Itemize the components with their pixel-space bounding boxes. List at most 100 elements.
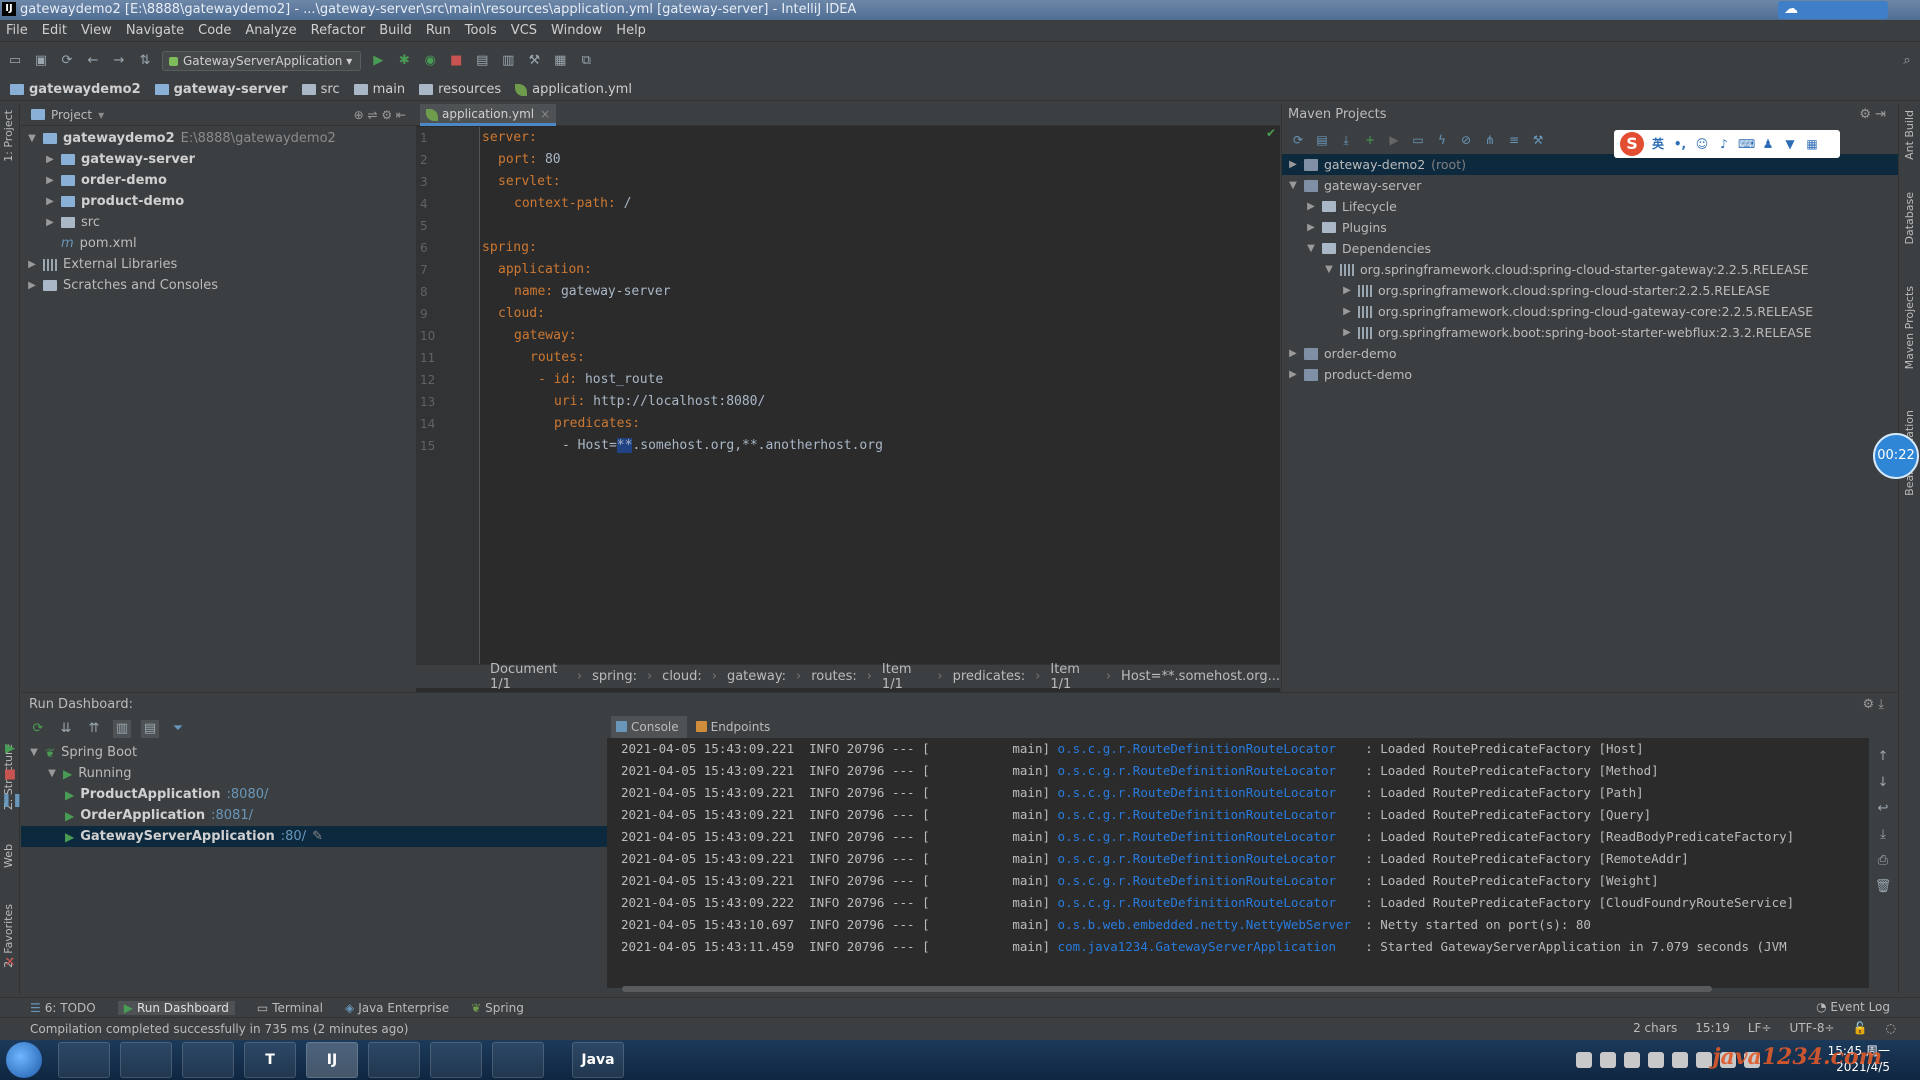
toolbox-icon[interactable]: ▦ (1804, 136, 1820, 152)
recording-timer[interactable]: 00:22 (1873, 433, 1919, 479)
run-configuration-select[interactable]: GatewayServerApplication ▾ (162, 51, 362, 71)
tab-endpoints[interactable]: Endpoints (691, 716, 779, 738)
chevron-right-icon[interactable]: ▶ (1342, 285, 1352, 296)
project-view-select[interactable]: Project (51, 108, 92, 122)
chevron-right-icon[interactable]: ▶ (27, 280, 37, 291)
collapse-all-icon[interactable]: ≡ (1506, 132, 1522, 148)
menu-build[interactable]: Build (379, 23, 412, 38)
taskbar-app-3[interactable] (182, 1042, 234, 1078)
crumb-src[interactable]: src (301, 82, 340, 97)
caret-position[interactable]: 15:19 (1695, 1021, 1730, 1035)
taskbar-intellij[interactable]: IJ (306, 1042, 358, 1078)
crumb-file[interactable]: application.yml (515, 82, 632, 97)
chevron-right-icon[interactable]: ▶ (1306, 201, 1316, 212)
tab-run-dashboard[interactable]: ▶ Run Dashboard (117, 1000, 235, 1015)
taskbar-explorer[interactable] (492, 1042, 544, 1078)
coverage-icon[interactable]: ◉ (421, 52, 439, 70)
menu-run[interactable]: Run (426, 23, 451, 38)
project-tree-item[interactable]: ▶ Scratches and Consoles (21, 275, 416, 296)
app-port-link[interactable]: :8080/ (227, 787, 269, 802)
structure-breadcrumb[interactable]: Item 1/1 (882, 662, 927, 692)
menu-file[interactable]: File (6, 23, 28, 38)
structure-breadcrumb[interactable]: gateway: (727, 669, 786, 684)
tab-console[interactable]: Console (611, 716, 687, 738)
maven-tree-item[interactable]: ▶ org.springframework.cloud:spring-cloud-… (1282, 301, 1898, 322)
debug-icon[interactable]: ✱ (395, 52, 413, 70)
rerun-icon[interactable]: ⟳ (29, 720, 47, 738)
chevron-down-icon[interactable]: ▼ (1306, 243, 1316, 254)
clear-all-icon[interactable]: 🗑 (1874, 878, 1892, 896)
save-icon[interactable]: ▣ (32, 52, 50, 70)
run-icon[interactable]: ▶ (369, 52, 387, 70)
chevron-right-icon[interactable]: ▶ (1288, 369, 1298, 380)
tray-icon[interactable] (1624, 1052, 1640, 1068)
tray-icon[interactable] (1648, 1052, 1664, 1068)
close-icon[interactable]: × (540, 104, 550, 125)
group-by-type-icon[interactable]: ▥ (113, 720, 131, 738)
file-encoding[interactable]: UTF-8÷ (1790, 1021, 1835, 1035)
lock-icon[interactable]: 🔓 (1853, 1021, 1868, 1035)
gear-icon[interactable]: ⚙ ⇥ (1859, 104, 1886, 126)
tab-spring[interactable]: ❦ Spring (471, 1001, 524, 1015)
chevron-right-icon[interactable]: ▶ (1342, 306, 1352, 317)
crumb-module[interactable]: gateway-server (154, 82, 288, 97)
ant-build-tool-tab[interactable]: Ant Build (1903, 110, 1916, 160)
tray-icon[interactable] (1696, 1052, 1712, 1068)
taskbar-java[interactable]: Java (572, 1042, 624, 1078)
maven-tree-item[interactable]: ▼ Dependencies (1282, 238, 1898, 259)
project-tree-item[interactable]: ▶ src (21, 212, 416, 233)
event-log-button[interactable]: ◔ Event Log (1816, 1000, 1890, 1014)
chevron-right-icon[interactable]: ▶ (27, 259, 37, 270)
skip-tests-icon[interactable]: ⊘ (1458, 132, 1474, 148)
chevron-right-icon[interactable]: ▶ (1306, 222, 1316, 233)
structure-breadcrumb[interactable]: spring: (592, 669, 637, 684)
user-icon[interactable]: ♟ (1760, 136, 1776, 152)
scroll-up-icon[interactable]: ↑ (1874, 748, 1892, 766)
maven-tree-item[interactable]: ▶ Plugins (1282, 217, 1898, 238)
code-content[interactable]: server: port: 80 servlet: context-path: / sp… (482, 127, 1272, 667)
database-tool-tab[interactable]: Database (1903, 192, 1916, 245)
stop-side-icon[interactable]: ■ (1, 766, 19, 784)
expand-all-icon[interactable]: ⇊ (57, 720, 75, 738)
line-separator[interactable]: LF÷ (1748, 1021, 1772, 1035)
toggle-offline-icon[interactable]: ϟ (1434, 132, 1450, 148)
menu-help[interactable]: Help (616, 23, 646, 38)
close-side-icon[interactable]: ✕ (1, 954, 19, 972)
tab-todo[interactable]: ☰ 6: TODO (30, 1001, 96, 1015)
menu-navigate[interactable]: Navigate (126, 23, 184, 38)
project-tree-item[interactable]: ▼ gatewaydemo2 E:\8888\gatewaydemo2 (21, 128, 416, 149)
run-group-item[interactable]: ▼ ❦ Spring Boot (21, 742, 607, 763)
keyboard-icon[interactable]: ⌨ (1738, 136, 1755, 152)
console-output[interactable]: 2021-04-05 15:43:09.221 INFO 20796 --- [… (607, 738, 1869, 988)
app-port-link[interactable]: :80/ (281, 829, 306, 844)
structure-breadcrumb[interactable]: cloud: (662, 669, 702, 684)
panel-actions-icons[interactable]: ⊕ ⇌ ⚙ ⇤ (354, 108, 406, 122)
structure-breadcrumb[interactable]: Item 1/1 (1050, 662, 1095, 692)
run-app-item[interactable]: ▶ ProductApplication:8080/ (21, 784, 607, 805)
tab-application-yml[interactable]: application.yml × (420, 104, 557, 126)
run-group-item[interactable]: ▼ ▶ Running (21, 763, 607, 784)
project-tree-item[interactable]: ▶ External Libraries (21, 254, 416, 275)
scroll-down-icon[interactable]: ↓ (1874, 774, 1892, 792)
taskbar-typora[interactable]: T (244, 1042, 296, 1078)
menu-edit[interactable]: Edit (42, 23, 67, 38)
forward-icon[interactable]: → (110, 52, 128, 70)
search-icon[interactable]: ⌕ (1898, 52, 1916, 70)
maven-tree-item[interactable]: ▶ product-demo (1282, 364, 1898, 385)
filter-icon[interactable]: ⏷ (169, 720, 187, 738)
reimport-icon[interactable]: ⟳ (1290, 132, 1306, 148)
taskbar-chrome[interactable] (120, 1042, 172, 1078)
structure-breadcrumb[interactable]: Document 1/1 (490, 662, 567, 692)
run-side-icon[interactable]: ▶ (1, 740, 19, 758)
maven-settings-icon[interactable]: ⚒ (1530, 132, 1546, 148)
pause-side-icon[interactable]: ❚❚ (1, 792, 23, 810)
generate-sources-icon[interactable]: ▤ (1314, 132, 1330, 148)
run-app-item[interactable]: ▶ GatewayServerApplication:80/ ✎ (21, 826, 607, 847)
back-icon[interactable]: ← (84, 52, 102, 70)
open-folder-icon[interactable]: ▭ (6, 52, 24, 70)
tab-java-enterprise[interactable]: ◈ Java Enterprise (345, 1001, 449, 1015)
chevron-down-icon[interactable]: ▼ (1288, 180, 1298, 191)
tray-icon[interactable] (1576, 1052, 1592, 1068)
download-icon[interactable]: ⤓ (1338, 132, 1354, 148)
chevron-right-icon[interactable]: ▶ (1288, 348, 1298, 359)
